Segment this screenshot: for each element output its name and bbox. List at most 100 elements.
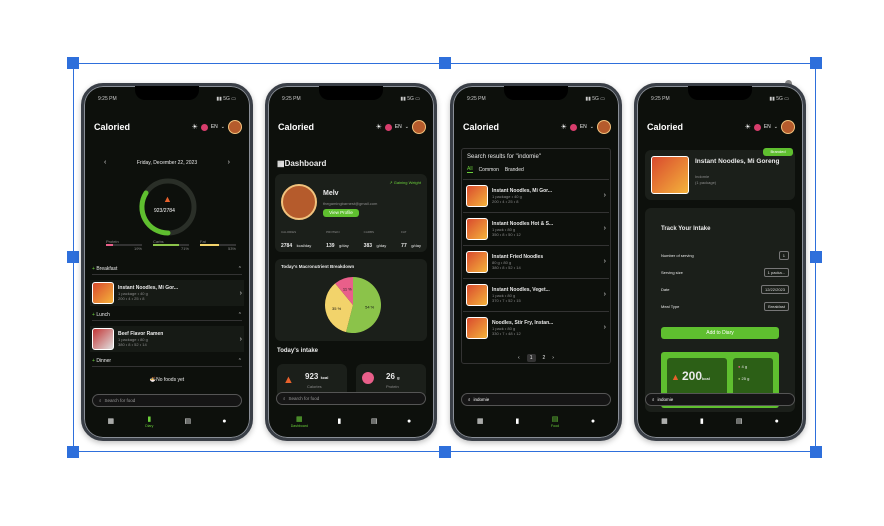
resize-handle-top-center[interactable]: [439, 57, 451, 69]
nav-dashboard[interactable]: ▦: [108, 417, 115, 425]
avatar[interactable]: [781, 120, 795, 134]
add-to-diary-button[interactable]: Add to Diary: [661, 327, 779, 339]
food-thumbnail: [92, 282, 114, 304]
date-input[interactable]: 12/22/2023: [760, 285, 789, 294]
nav-diary[interactable]: ▮: [700, 417, 704, 425]
chevron-right-icon: ›: [603, 225, 606, 232]
meal-type-select[interactable]: Breakfast: [764, 302, 789, 311]
diary-item[interactable]: Beef Flavor Ramen 1 package • 80 g 380 • 8…: [90, 326, 244, 352]
grid-icon: ▦: [476, 418, 484, 425]
theme-toggle-icon[interactable]: ☀: [192, 123, 198, 131]
theme-toggle-icon[interactable]: ☀: [561, 123, 567, 131]
pagination: ‹ 1 2 ›: [453, 354, 619, 362]
prev-day-icon[interactable]: ‹: [104, 159, 106, 166]
bottom-nav: ▦ ▮ ▤ Food ●: [461, 410, 611, 432]
nav-profile[interactable]: ●: [775, 418, 779, 425]
resize-handle-top-right[interactable]: [810, 57, 822, 69]
meal-header-lunch[interactable]: + Lunch ⌃: [92, 312, 242, 321]
search-result[interactable]: Noodles, Stir Fry, Instan... 1 pack • 80 …: [463, 311, 609, 343]
servings-input[interactable]: 1: [778, 251, 789, 260]
food-search-input[interactable]: ⌕ indomie: [645, 393, 795, 406]
flag-icon: [569, 123, 577, 131]
intake-kcal: 923 kcal: [305, 372, 329, 381]
resize-handle-bottom-center[interactable]: [439, 446, 451, 458]
phone-search: 9:25 PM ▮▮ 5G ▭ Caloried ☀ EN ⌄ Search resu…: [450, 83, 622, 441]
nav-diary[interactable]: ▮ Diary: [145, 415, 153, 428]
search-result[interactable]: Instant Fried Noodles 80 g • 80 g 380 • 8 …: [463, 245, 609, 277]
nav-profile[interactable]: ●: [407, 418, 411, 425]
nav-food[interactable]: ▤ Food: [551, 415, 559, 428]
nav-diary[interactable]: ▮: [515, 417, 519, 425]
date-navigator: ‹ Friday, December 22, 2023 ›: [104, 159, 230, 166]
nav-food[interactable]: ▤: [184, 417, 191, 425]
language-selector[interactable]: EN: [580, 124, 587, 130]
stats-row: CALORIES 2784 kcal/day PROTEIN 139 g/day C…: [281, 230, 421, 252]
next-day-icon[interactable]: ›: [228, 159, 230, 166]
stat-value: 2784: [281, 243, 293, 249]
search-result[interactable]: Instant Noodles, Mi Gor... 1 package • 40…: [463, 179, 609, 211]
food-macros: 200 • 4 • 25 • 8: [118, 296, 145, 301]
form-row-servings: Number of serving 1: [661, 251, 789, 260]
language-selector[interactable]: EN: [395, 124, 402, 130]
food-search-input[interactable]: ⌕ Search for food: [276, 392, 426, 405]
language-selector[interactable]: EN: [211, 124, 218, 130]
stat-unit: kcal/day: [296, 243, 312, 248]
resize-handle-middle-right[interactable]: [810, 251, 822, 263]
pie-label: 11 %: [343, 287, 352, 292]
page-button[interactable]: 2: [543, 355, 546, 361]
tab-common[interactable]: Common: [479, 167, 499, 173]
nav-profile[interactable]: ●: [591, 418, 595, 425]
serving-size-select[interactable]: 1 packa...: [763, 268, 789, 277]
profile-avatar: [281, 184, 317, 220]
food-search-input[interactable]: ⌕ indomie: [461, 393, 611, 406]
theme-toggle-icon[interactable]: ☀: [376, 123, 382, 131]
nav-dashboard[interactable]: ▦: [477, 417, 484, 425]
tab-all[interactable]: All: [467, 166, 473, 173]
food-search-input[interactable]: ⌕ Search for food: [92, 394, 242, 407]
avatar[interactable]: [228, 120, 242, 134]
nav-profile[interactable]: ●: [222, 418, 226, 425]
resize-handle-bottom-left[interactable]: [67, 446, 79, 458]
nav-dashboard[interactable]: ▦ Dashboard: [291, 415, 308, 428]
search-result[interactable]: Instant Noodles Hot & S... 1 pack • 80 g3…: [463, 212, 609, 244]
meal-title: Breakfast: [96, 266, 118, 272]
search-icon: ⌕: [652, 397, 655, 402]
kcal-value: 200kcal: [682, 369, 710, 383]
chevron-right-icon: ›: [239, 289, 242, 297]
food-icon: ▤: [551, 415, 559, 423]
nav-dashboard[interactable]: ▦: [661, 417, 668, 425]
meal-header-dinner[interactable]: + Dinner ⌃: [92, 358, 242, 367]
status-icons: ▮▮ 5G ▭: [585, 96, 605, 102]
chevron-down-icon: ⌄: [773, 124, 778, 130]
prev-page-icon[interactable]: ‹: [518, 355, 520, 361]
view-profile-button[interactable]: View Profile: [323, 209, 359, 217]
tab-branded[interactable]: Branded: [505, 167, 524, 173]
avatar[interactable]: [412, 120, 426, 134]
nav-food[interactable]: ▤: [371, 417, 378, 425]
chevron-right-icon: ›: [603, 192, 606, 199]
resize-handle-middle-left[interactable]: [67, 251, 79, 263]
next-page-icon[interactable]: ›: [552, 355, 554, 361]
nav-food[interactable]: ▤: [736, 417, 743, 425]
nav-diary[interactable]: ▮: [337, 417, 341, 425]
user-icon: ●: [590, 417, 596, 425]
theme-toggle-icon[interactable]: ☀: [745, 123, 751, 131]
search-result[interactable]: Instant Noodles, Veget... 1 pack • 80 g 37…: [463, 278, 609, 310]
stat-value: 383: [363, 243, 373, 249]
macro-pct: 19%: [133, 246, 142, 251]
avatar[interactable]: [597, 120, 611, 134]
phone-diary: 9:25 PM ▮▮ 5G ▭ Caloried ☀ EN ⌄ ‹ Friday, D…: [81, 83, 253, 441]
user-icon: ●: [406, 417, 412, 425]
diary-item[interactable]: Instant Noodles, Mi Gor... 1 package • 40…: [90, 280, 244, 306]
food-macros: 380 • 8 • 52 • 14: [118, 342, 147, 347]
track-title: Track Your Intake: [661, 226, 711, 232]
intake-title: Today's intake: [277, 348, 318, 354]
stat-value: 139: [326, 243, 335, 249]
phone-dashboard: 9:25 PM ▮▮ 5G ▭ Caloried ☀ EN ⌄ ▦Dashboard …: [265, 83, 437, 441]
language-selector[interactable]: EN: [764, 124, 771, 130]
resize-handle-bottom-right[interactable]: [810, 446, 822, 458]
page-button[interactable]: 1: [526, 354, 536, 362]
meal-header-breakfast[interactable]: + Breakfast ⌃: [92, 266, 242, 275]
resize-handle-top-left[interactable]: [67, 57, 79, 69]
chevron-down-icon: ⌄: [220, 124, 225, 130]
